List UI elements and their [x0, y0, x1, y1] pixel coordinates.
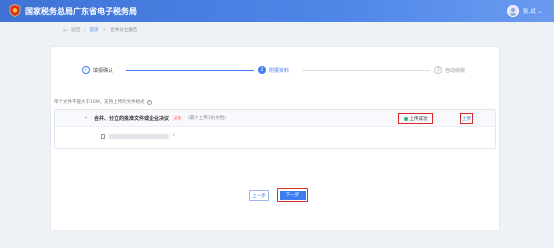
step-connector-pending	[302, 70, 430, 71]
prev-step-button[interactable]: 上一步	[249, 190, 269, 201]
next-step-button-highlight[interactable]: 下一步	[277, 188, 308, 202]
upload-button[interactable]: 上传	[460, 113, 473, 124]
required-tag: 必传	[172, 115, 183, 121]
step-number: 3	[434, 66, 442, 74]
upload-hint-text: 单个文件不能大于10M，支持上传的文件格式	[54, 100, 145, 105]
remove-file-icon[interactable]: ×	[172, 133, 176, 138]
document-name: 合并、分立的批准文件或企业决议	[94, 116, 170, 122]
upload-status-badge: 上传成功	[398, 113, 433, 124]
breadcrumb-current: 合并分立报告	[110, 28, 138, 33]
main-card: ✓ 填报确认 2 附报资料 3 自动纳税 单个文件不能大于10M，支持上传的文件…	[50, 46, 500, 231]
uploaded-file-row: ×	[55, 127, 495, 149]
step-auto-tax: 3 自动纳税	[432, 65, 468, 75]
document-upload-panel: ⌄ 合并、分立的批准文件或企业决议 必传 (最少上传1份文档) 上传成功 上传 …	[54, 109, 496, 149]
step-fill-confirm: ✓ 填报确认	[80, 65, 116, 75]
step-label: 附报资料	[269, 67, 290, 74]
upload-status-text: 上传成功	[409, 116, 428, 122]
required-note: (最少上传1份文档)	[188, 116, 226, 121]
breadcrumb-home[interactable]: 首页	[90, 27, 99, 33]
upload-hint: 单个文件不能大于10M，支持上传的文件格式 i	[54, 99, 152, 105]
chevron-down-icon[interactable]: ⌄	[84, 114, 88, 120]
breadcrumb-separator: >	[102, 27, 107, 33]
user-menu[interactable]: 张,试 ⌄	[506, 4, 542, 18]
info-icon[interactable]: i	[146, 99, 152, 105]
next-step-button[interactable]: 下一步	[279, 190, 306, 200]
back-arrow-icon[interactable]: ←	[63, 27, 68, 34]
step-attachments: 2 附报资料	[256, 65, 292, 75]
step-number: 2	[258, 66, 266, 74]
user-name[interactable]: 张,试 ⌄	[523, 7, 542, 15]
step-check-icon: ✓	[82, 66, 90, 74]
document-row: ⌄ 合并、分立的批准文件或企业决议 必传 (最少上传1份文档) 上传成功 上传	[55, 110, 495, 127]
back-label[interactable]: 返回	[71, 27, 80, 33]
step-progress: ✓ 填报确认 2 附报资料 3 自动纳税	[80, 65, 482, 75]
breadcrumb-divider: |	[84, 27, 86, 33]
uploaded-file-name-redacted[interactable]	[109, 134, 169, 139]
success-dot-icon	[403, 116, 408, 121]
site-title: 国家税务总局广东省电子税务局	[25, 7, 137, 16]
avatar[interactable]	[506, 5, 519, 17]
top-header: 国家税务总局广东省电子税务局 张,试 ⌄	[0, 0, 554, 22]
step-label: 自动纳税	[445, 67, 466, 74]
file-icon	[101, 134, 105, 139]
tax-emblem-icon	[9, 4, 21, 17]
step-connector-done	[126, 70, 254, 71]
breadcrumb: ← 返回 | 首页 > 合并分立报告	[63, 26, 137, 34]
step-label: 填报确认	[93, 67, 114, 74]
